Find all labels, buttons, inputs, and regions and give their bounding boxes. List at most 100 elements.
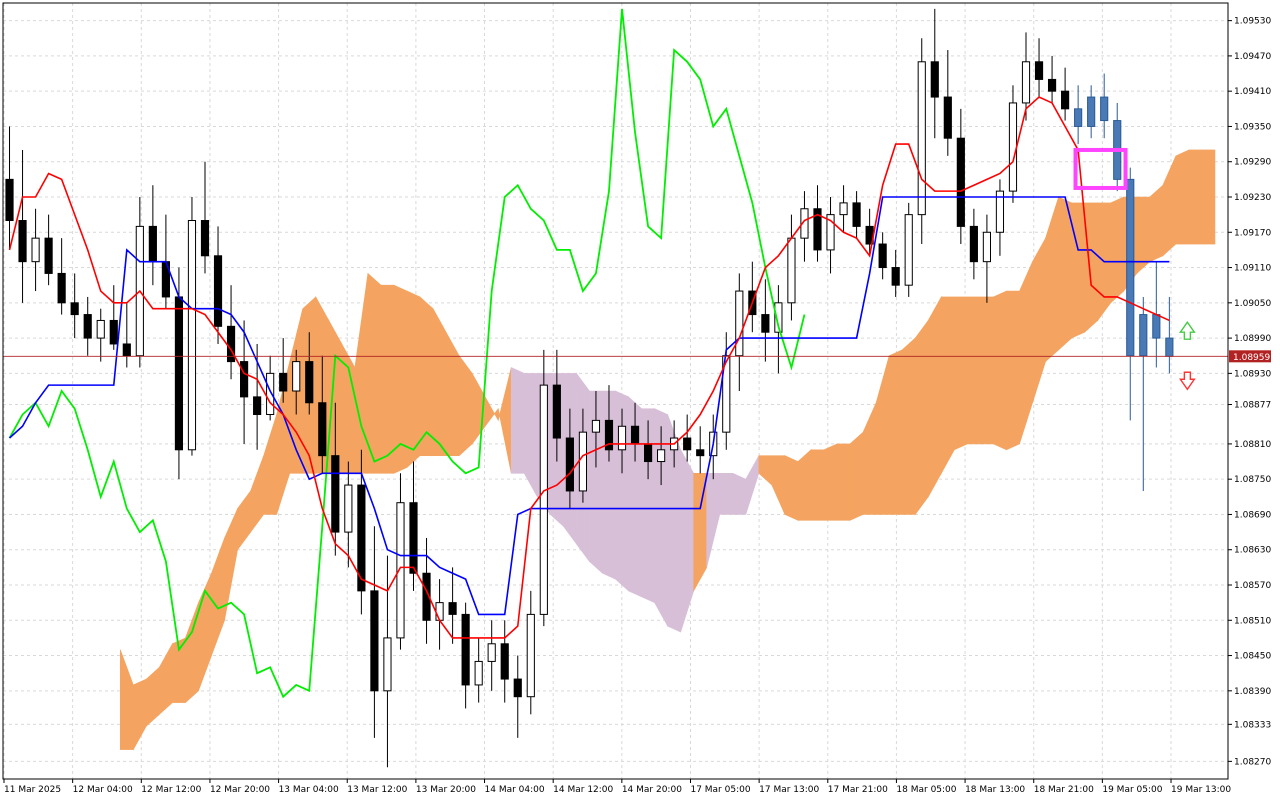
candle-body[interactable] <box>500 643 509 680</box>
candle-body[interactable] <box>696 449 705 457</box>
candle-body[interactable] <box>174 296 184 451</box>
candle-body[interactable] <box>279 372 288 392</box>
candle-body[interactable] <box>539 384 548 615</box>
candle-body[interactable] <box>344 484 353 533</box>
candle-body[interactable] <box>657 449 666 463</box>
candle-body[interactable] <box>526 613 535 698</box>
candle-body[interactable] <box>44 237 53 274</box>
candle-body[interactable] <box>969 225 978 263</box>
candle-body[interactable] <box>331 455 340 533</box>
candle-body[interactable] <box>370 590 379 692</box>
candle-body[interactable] <box>617 425 627 451</box>
candle-body[interactable] <box>1047 78 1057 92</box>
kumo-segment-bullish <box>1084 202 1098 333</box>
candle-body[interactable] <box>253 396 262 416</box>
candle-body[interactable] <box>552 384 561 439</box>
candle-body[interactable] <box>1008 102 1018 192</box>
y-tick-label: 1.08333 <box>1234 720 1271 730</box>
candle-body[interactable] <box>839 202 848 216</box>
kumo-segment-bullish <box>1006 290 1020 451</box>
y-tick-label: 1.08877 <box>1234 401 1271 411</box>
candle-body[interactable] <box>643 443 653 463</box>
candle-body[interactable] <box>187 220 197 451</box>
kumo-segment-bullish <box>940 296 955 475</box>
kumo-segment-bullish <box>967 296 981 445</box>
kumo-segment-bullish <box>927 295 942 498</box>
y-tick-label: 1.09350 <box>1234 122 1271 132</box>
candle-body[interactable] <box>1021 61 1031 104</box>
x-tick-label: 14 Mar 20:00 <box>622 785 682 795</box>
candle-body[interactable] <box>474 660 483 686</box>
candle-body[interactable] <box>109 319 118 345</box>
candle-body[interactable] <box>1087 96 1096 127</box>
x-tick-label: 14 Mar 12:00 <box>553 785 613 795</box>
candle-body[interactable] <box>122 343 131 357</box>
kumo-segment-bullish <box>901 337 916 515</box>
kumo-segment-bullish <box>810 449 825 521</box>
candle-body[interactable] <box>57 272 66 304</box>
candle-body[interactable] <box>1152 314 1161 339</box>
candle-body[interactable] <box>70 302 79 316</box>
candle-body[interactable] <box>240 361 249 398</box>
y-tick-label: 1.09530 <box>1234 17 1271 27</box>
y-tick-label: 1.09410 <box>1234 87 1271 97</box>
candle-body[interactable] <box>917 61 926 216</box>
candle-body[interactable] <box>956 137 965 227</box>
candle-body[interactable] <box>31 237 40 263</box>
candle-body[interactable] <box>5 178 14 222</box>
candle-body[interactable] <box>683 437 692 451</box>
candle-body[interactable] <box>891 267 900 286</box>
candle-body[interactable] <box>1100 96 1109 122</box>
candle-body[interactable] <box>383 637 392 692</box>
candle-body[interactable] <box>1126 178 1135 357</box>
price-chart[interactable]: 1.09530 1.09470 1.09410 1.09350 1.09290 1.092… <box>0 0 1280 800</box>
x-tick-label: 12 Mar 04:00 <box>73 785 133 795</box>
candle-body[interactable] <box>904 214 913 286</box>
candle-body[interactable] <box>18 220 27 263</box>
kumo-segment-bullish <box>784 455 799 521</box>
candle-body[interactable] <box>943 96 952 139</box>
candle-body[interactable] <box>213 255 223 327</box>
candle-body[interactable] <box>487 643 496 662</box>
candle-body[interactable] <box>148 225 157 263</box>
candle-body[interactable] <box>930 61 939 98</box>
candle-body[interactable] <box>448 602 457 615</box>
x-tick-label: 13 Mar 04:00 <box>279 785 339 795</box>
candle-body[interactable] <box>787 237 796 304</box>
y-tick-label: 1.09170 <box>1234 228 1271 238</box>
candle-body[interactable] <box>878 243 887 269</box>
x-tick-label: 18 Mar 05:00 <box>896 785 956 795</box>
kumo-segment-bullish <box>406 290 421 469</box>
candle-body[interactable] <box>1034 61 1044 80</box>
candle-body[interactable] <box>982 231 991 263</box>
candle-body[interactable] <box>591 419 601 433</box>
kumo-segment-bullish <box>954 296 968 451</box>
candle-body[interactable] <box>1074 108 1083 127</box>
y-tick-label: 1.08510 <box>1234 616 1271 626</box>
candle-body[interactable] <box>578 431 588 492</box>
candle-body[interactable] <box>513 678 522 698</box>
candle-body[interactable] <box>83 314 92 339</box>
candle-body[interactable] <box>200 220 210 257</box>
candle-body[interactable] <box>435 602 444 621</box>
candle-body[interactable] <box>1165 337 1174 357</box>
y-tick-label: 1.08390 <box>1234 687 1271 697</box>
y-tick-label: 1.08570 <box>1234 581 1271 591</box>
candle-body[interactable] <box>565 437 574 492</box>
y-tick-label: 1.09230 <box>1234 193 1271 203</box>
candle-body[interactable] <box>1061 90 1070 110</box>
candle-body[interactable] <box>1139 314 1148 357</box>
candle-body[interactable] <box>409 502 418 574</box>
kumo-segment-bullish <box>1110 196 1125 304</box>
candle-body[interactable] <box>735 290 744 357</box>
candle-body[interactable] <box>761 314 770 333</box>
kumo-segment-bearish <box>732 472 747 515</box>
candle-body[interactable] <box>852 202 861 227</box>
candle-body[interactable] <box>461 613 470 686</box>
chart-canvas[interactable]: 1.09530 1.09470 1.09410 1.09350 1.09290 1.092… <box>0 0 1280 800</box>
candle-body[interactable] <box>305 361 314 404</box>
candle-body[interactable] <box>318 402 327 457</box>
candle-body[interactable] <box>96 319 105 339</box>
candle-body[interactable] <box>292 361 301 392</box>
candle-body[interactable] <box>630 425 640 445</box>
